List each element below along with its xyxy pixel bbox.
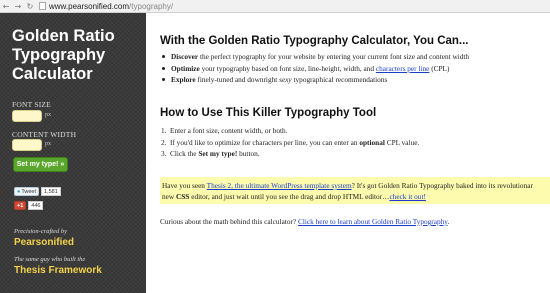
section-heading: How to Use This Killer Typography Tool [160, 107, 377, 119]
step-bold: Set my type! [198, 149, 238, 159]
step-text: button. [237, 149, 260, 159]
url-domain: www.pearsonified.com [49, 1, 130, 11]
calculator-sidebar: Golden Ratio Typography Calculator FONT … [0, 13, 146, 293]
thesis-framework-link[interactable]: Thesis Framework [14, 265, 102, 276]
pearsonified-link[interactable]: Pearsonified [14, 237, 74, 248]
step-text: CPL value. [384, 137, 420, 147]
page-icon [39, 2, 46, 10]
steps-list: 1. Enter a font size, content width, or b… [160, 125, 550, 160]
reload-icon[interactable]: ↻ [24, 0, 36, 12]
promo-line-1: Have you seen Thesis 2, the ultimate Wor… [162, 180, 548, 191]
browser-toolbar: ← → ↻ www.pearsonified.com/typography/ [0, 0, 550, 13]
list-item: Discover the perfect typography for your… [160, 51, 550, 63]
gplus-count: 446 [28, 201, 44, 210]
forward-arrow-icon[interactable]: → [12, 0, 24, 12]
bullet-bold: Explore [171, 75, 196, 85]
promo-bold: CSS [175, 192, 190, 201]
step-number: 3. [161, 149, 167, 159]
credit-line-1: Precision-crafted by [14, 228, 68, 235]
promo-text: ? It's got Golden Ratio Typography baked… [351, 181, 533, 190]
list-item: Explore finely-tuned and downright sexy … [160, 74, 550, 86]
step-text: If you'd like to optimize for characters… [170, 137, 360, 147]
promo-text: new [162, 192, 176, 201]
curious-text: . [447, 217, 450, 226]
font-size-unit: px [45, 112, 51, 118]
app-title: Golden Ratio Typography Calculator [12, 27, 115, 83]
promo-text: Have you seen [162, 181, 207, 190]
list-item: 1. Enter a font size, content width, or b… [160, 125, 550, 137]
step-text: Click the [170, 149, 199, 159]
bullet-bold: Discover [171, 52, 199, 61]
features-list: Discover the perfect typography for your… [160, 51, 550, 86]
main-content: With the Golden Ratio Typography Calcula… [146, 13, 550, 293]
tweet-count: 1,581 [41, 187, 61, 196]
bullet-text: your typography based on font size, line… [199, 63, 376, 73]
step-bold: optional [359, 137, 385, 147]
bullet-text: typographical recommendations [291, 75, 388, 85]
twitter-bird-icon: ● [17, 188, 21, 195]
back-arrow-icon[interactable]: ← [0, 0, 12, 12]
page-heading: With the Golden Ratio Typography Calcula… [160, 35, 469, 47]
step-number: 1. [161, 126, 167, 135]
list-item: 3. Click the Set my type! button. [160, 148, 550, 160]
content-width-label: CONTENT WIDTH [12, 130, 77, 139]
font-size-input[interactable] [12, 110, 42, 122]
bullet-text: finely-tuned and downright [195, 75, 280, 85]
address-bar[interactable]: www.pearsonified.com/typography/ [39, 1, 550, 12]
bullet-text: (CPL) [429, 63, 450, 73]
tweet-label: Tweet [21, 188, 37, 195]
curious-text: Curious about the math behind this calcu… [160, 217, 298, 226]
content-width-input[interactable] [12, 139, 42, 151]
thesis-2-link[interactable]: Thesis 2, the ultimate WordPress templat… [207, 181, 352, 190]
credit-line-2: The same guy who built the [14, 256, 86, 263]
url-path: /typography/ [129, 1, 174, 11]
promo-text: editor, and just wait until you see the … [189, 192, 390, 201]
learn-golden-ratio-link[interactable]: Click here to learn about Golden Ratio T… [298, 217, 447, 226]
set-my-type-button[interactable]: Set my type! » [13, 157, 68, 172]
bullet-bold: Optimize [171, 63, 200, 73]
promo-line-2: new CSS editor, and just wait until you … [162, 191, 548, 202]
list-item: Optimize your typography based on font s… [160, 63, 550, 75]
thesis-promo-callout: Have you seen Thesis 2, the ultimate Wor… [160, 177, 550, 204]
content-width-unit: px [45, 141, 51, 147]
bullet-text: the perfect typography for your website … [198, 52, 470, 61]
font-size-label: FONT SIZE [12, 100, 51, 109]
gplus-button[interactable]: +1 [14, 201, 27, 210]
step-text: Enter a font size, content width, or bot… [170, 126, 288, 135]
gplus-widget: +1 446 [14, 201, 44, 210]
tweet-button[interactable]: ● Tweet [14, 187, 40, 196]
list-item: 2. If you'd like to optimize for characte… [160, 137, 550, 149]
check-it-out-link[interactable]: check it out! [389, 192, 425, 201]
tweet-widget: ● Tweet 1,581 [14, 187, 61, 196]
bullet-italic: sexy [279, 75, 292, 85]
characters-per-line-link[interactable]: characters per line [376, 64, 429, 73]
curious-paragraph: Curious about the math behind this calcu… [160, 216, 449, 227]
step-number: 2. [161, 137, 167, 147]
